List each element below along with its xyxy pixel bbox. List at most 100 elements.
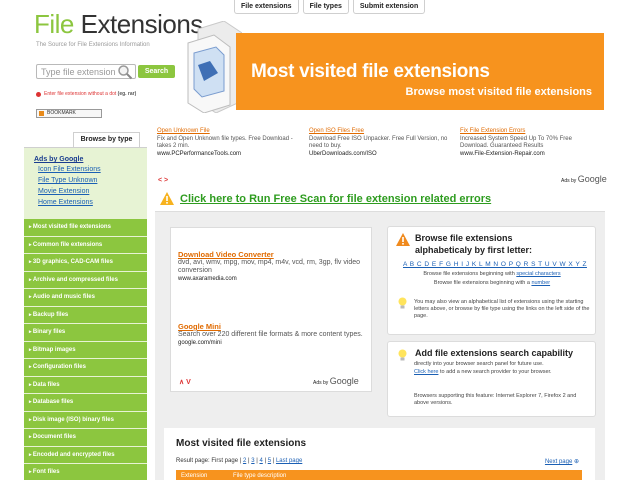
page-link[interactable]: 5 — [268, 458, 271, 464]
ads-by-google[interactable]: Ads by Google — [561, 174, 607, 184]
special-characters-link[interactable]: special characters — [516, 271, 560, 277]
nav-tab-file-types[interactable]: File types — [302, 0, 349, 14]
sidebar-ad-link[interactable]: Icon File Extensions — [34, 164, 147, 175]
lightbulb-icon — [398, 349, 407, 361]
sidebar-item-document[interactable]: Document files — [24, 429, 147, 447]
ads-by-label: Ads by — [313, 380, 329, 386]
sidebar-item-binary[interactable]: Binary files — [24, 324, 147, 342]
nav-tab-submit-extension[interactable]: Submit extension — [352, 0, 426, 14]
page-link[interactable]: 2 — [243, 458, 246, 464]
ad-nav-arrows[interactable]: < > — [158, 177, 168, 184]
file-documents-icon — [187, 21, 242, 113]
ad-block[interactable]: Open Unknown File Fix and Open Unknown f… — [157, 128, 297, 158]
search-capability-line2-text: to add a new search provider to your bro… — [438, 369, 552, 375]
browser-support-note: Browsers supporting this feature: Intern… — [414, 393, 577, 406]
lightbulb-icon — [398, 297, 407, 309]
main-ad-url[interactable]: google.com/mini — [178, 339, 364, 347]
main-ad-heading[interactable]: Download Video Converter — [178, 251, 364, 259]
main-ad-body: Search over 220 different file formats &… — [178, 331, 363, 338]
nav-tab-file-extensions[interactable]: File extensions — [234, 0, 299, 14]
last-page-link[interactable]: Last page — [276, 458, 302, 464]
top-nav: File extensions File types Submit extens… — [234, 0, 426, 14]
main-ad-box: Download Video Converter dvd, avi, wmv, … — [170, 227, 372, 392]
ad-heading[interactable]: Open ISO Files Free — [309, 128, 449, 136]
browse-title-1: Browse file extensions — [415, 233, 513, 243]
number-line: Browse file extensions beginning with a … — [394, 280, 590, 287]
browse-alphabet-box: Browse file extensions alphabeticaly by … — [387, 226, 596, 335]
ad-url[interactable]: www.PCPerformanceTools.com — [157, 151, 297, 159]
special-chars-line: Browse file extensions beginning with sp… — [394, 271, 590, 278]
banner-title: Most visited file extensions — [251, 61, 490, 82]
sidebar-item-database[interactable]: Database files — [24, 394, 147, 412]
special-chars-prefix: Browse file extensions beginning with — [423, 271, 517, 277]
sidebar-item-bitmap[interactable]: Bitmap images — [24, 341, 147, 359]
sidebar-item-data[interactable]: Data files — [24, 376, 147, 394]
bookmark-button[interactable]: BOOKMARK — [36, 109, 102, 118]
sidebar-item-configuration[interactable]: Configuration files — [24, 359, 147, 377]
result-page-label: Result page: First page — [176, 458, 239, 464]
sidebar-ad-link[interactable]: Movie Extension — [34, 186, 147, 197]
main-ad[interactable]: Download Video Converter dvd, avi, wmv, … — [178, 251, 364, 283]
sidebar-item-font[interactable]: Font files — [24, 464, 147, 480]
ads-by-google[interactable]: Ads by Google — [313, 376, 359, 386]
number-link[interactable]: number — [531, 280, 550, 286]
most-visited-title: Most visited file extensions — [176, 438, 307, 449]
google-logo: Google — [577, 174, 607, 184]
scan-link[interactable]: Click here to Run Free Scan for file ext… — [180, 193, 491, 205]
sidebar-ad-link[interactable]: File Type Unknown — [34, 175, 147, 186]
ad-heading[interactable]: Fix File Extension Errors — [460, 128, 600, 136]
sidebar-nav: Most visited file extensions Common file… — [24, 219, 147, 480]
site-tagline: The Source for File Extensions Informati… — [36, 42, 150, 48]
ad-block[interactable]: Fix File Extension Errors Increased Syst… — [460, 128, 600, 158]
hint-text: Enter file extension without a dot — [44, 91, 118, 97]
magnifier-icon — [118, 65, 133, 80]
sidebar-item-common[interactable]: Common file extensions — [24, 236, 147, 254]
browse-title-2: alphabeticaly by first letter: — [415, 245, 533, 255]
search-capability-line2: Click here to add a new search provider … — [414, 369, 592, 376]
site-logo[interactable]: File Extensions — [34, 10, 203, 38]
google-logo: Google — [329, 376, 359, 386]
main-ad[interactable]: Google Mini Search over 220 different fi… — [178, 323, 364, 347]
main-ad-url[interactable]: www.axaramedia.com — [178, 275, 364, 283]
ad-url[interactable]: www.File-Extension-Repair.com — [460, 151, 600, 159]
column-header-description[interactable]: File type description — [228, 470, 286, 480]
alphabet-links[interactable]: A B C D E F G H I J K L M N O P Q R S T … — [403, 261, 587, 268]
banner[interactable]: Most visited file extensions Browse most… — [236, 33, 604, 110]
sidebar-ad-link[interactable]: Home Extensions — [34, 197, 147, 208]
ad-body: Increased System Speed Up To 70% Free Do… — [460, 135, 572, 150]
ad-heading[interactable]: Open Unknown File — [157, 128, 297, 136]
scan-banner[interactable]: Click here to Run Free Scan for file ext… — [160, 192, 491, 205]
page-link[interactable]: 4 — [259, 458, 262, 464]
ad-body: Fix and Open Unknown file types. Free Do… — [157, 135, 293, 150]
sidebar-item-backup[interactable]: Backup files — [24, 306, 147, 324]
tab-browse-by-type[interactable]: Browse by type — [73, 132, 140, 147]
next-page-label[interactable]: Next page — [545, 459, 572, 465]
sidebar-item-audio[interactable]: Audio and music files — [24, 289, 147, 307]
sidebar-ads-heading[interactable]: Ads by Google — [34, 156, 147, 163]
ad-url[interactable]: UberDownloads.com/ISO — [309, 151, 449, 159]
banner-subtitle[interactable]: Browse most visited file extensions — [406, 86, 592, 98]
search-capability-box: Add file extensions search capability di… — [387, 341, 596, 417]
sidebar-ad-links: Ads by Google Icon File Extensions File … — [24, 147, 147, 219]
main-ad-arrows[interactable]: ∧ V — [179, 378, 191, 386]
warning-icon — [160, 192, 174, 205]
search-button[interactable]: Search — [138, 65, 175, 78]
sidebar-item-disk-image[interactable]: Disk image (ISO) binary files — [24, 411, 147, 429]
sidebar-item-most-visited[interactable]: Most visited file extensions — [24, 219, 147, 237]
ad-block[interactable]: Open ISO Files Free Download Free ISO Un… — [309, 128, 449, 158]
search-hint: Enter file extension without a dot (eg. … — [36, 91, 136, 97]
result-pager: Result page: First page | 2 | 3 | 4 | 5 … — [176, 458, 303, 464]
main-ad-body: dvd, avi, wmv, mpg, mov, mp4, m4v, vcd, … — [178, 259, 361, 274]
main-ad-heading[interactable]: Google Mini — [178, 323, 364, 331]
click-here-link[interactable]: Click here — [414, 369, 438, 375]
sidebar-item-3d-graphics[interactable]: 3D graphics, CAD-CAM files — [24, 254, 147, 272]
warning-icon — [396, 233, 410, 246]
info-dot-icon — [36, 91, 41, 97]
hint-example: (eg. rar) — [117, 91, 137, 97]
table-header: Extension File type description — [176, 470, 582, 480]
next-page-link[interactable]: Next page ⊕ — [545, 458, 579, 465]
sidebar-item-encoded[interactable]: Encoded and encrypted files — [24, 446, 147, 464]
sidebar-item-archive[interactable]: Archive and compressed files — [24, 271, 147, 289]
column-header-extension[interactable]: Extension — [176, 470, 228, 480]
page-link[interactable]: 3 — [251, 458, 254, 464]
